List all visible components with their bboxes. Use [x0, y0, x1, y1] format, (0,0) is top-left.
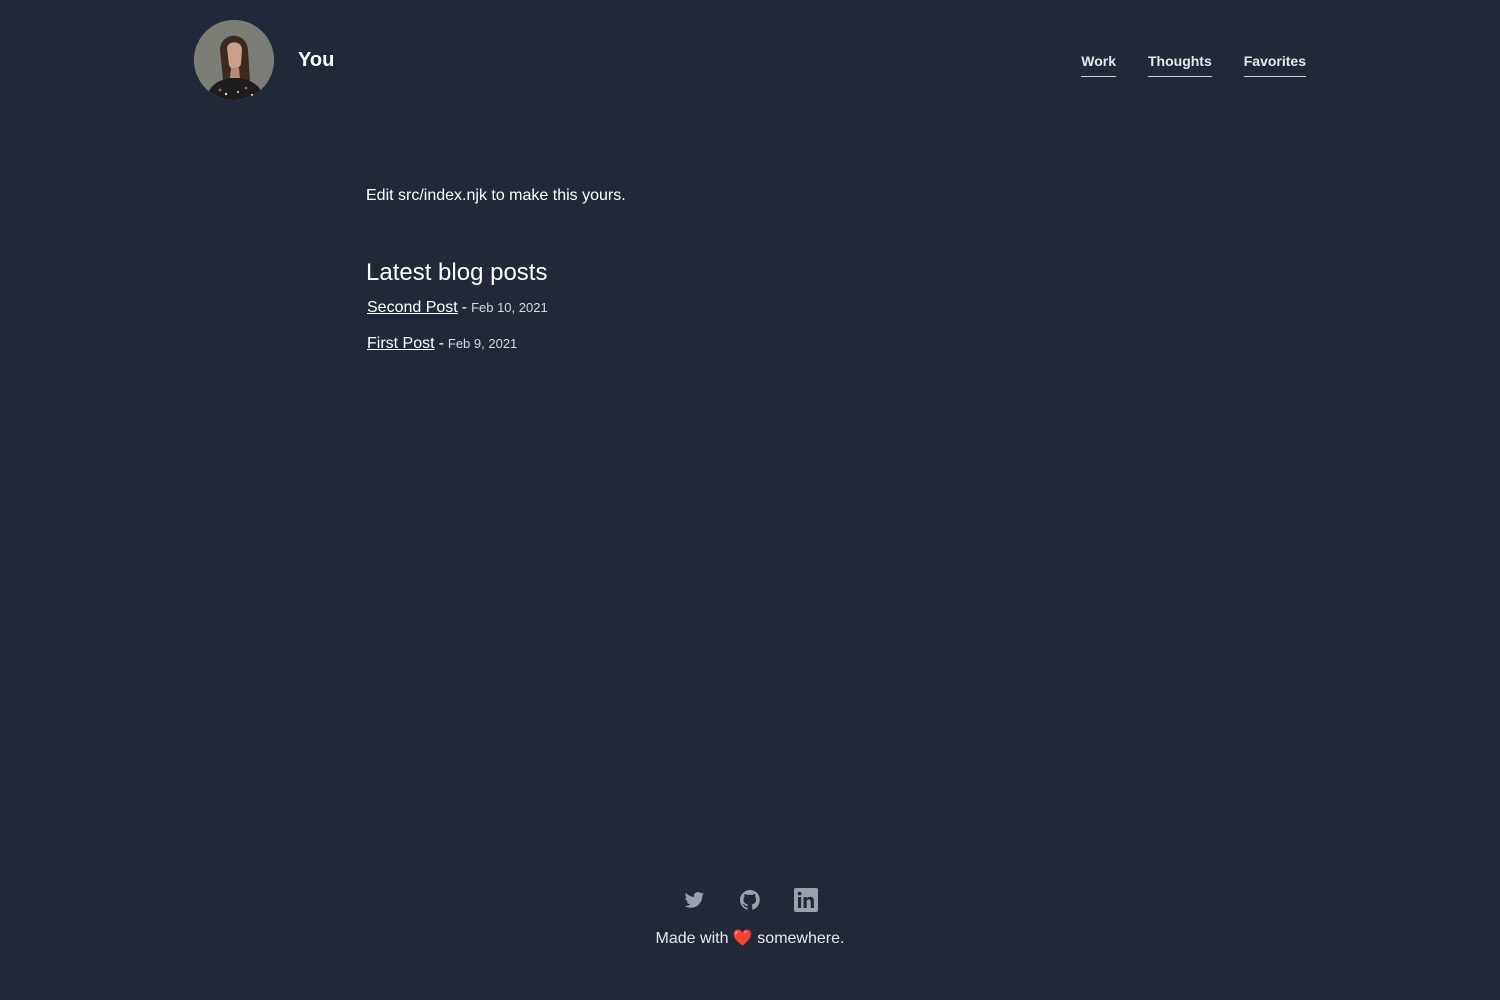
post-separator: - [438, 335, 444, 352]
github-link[interactable] [738, 888, 762, 912]
social-links [0, 884, 1500, 916]
heart-icon: ❤️ [732, 930, 753, 947]
linkedin-link[interactable] [794, 888, 818, 912]
main-content: Edit src/index.njk to make this yours. L… [366, 184, 1166, 370]
github-icon [740, 890, 760, 910]
made-with-suffix: somewhere. [757, 930, 845, 947]
nav-link-thoughts[interactable]: Thoughts [1147, 53, 1212, 77]
intro-text: Edit src/index.njk to make this yours. [366, 187, 626, 204]
twitter-link[interactable] [682, 888, 706, 912]
twitter-icon [684, 892, 704, 908]
main-nav: Work Thoughts Favorites [1081, 53, 1306, 77]
made-with-text: Made with ❤️ somewhere. [0, 928, 1500, 950]
site-footer: Made with ❤️ somewhere. [0, 884, 1500, 950]
list-item: Second Post - Feb 10, 2021 [366, 298, 1166, 318]
post-link-first-post[interactable]: First Post [367, 335, 435, 352]
site-name[interactable]: You [298, 48, 334, 72]
list-item: First Post - Feb 9, 2021 [366, 334, 1166, 354]
site-header: You Work Thoughts Favorites [194, 20, 1306, 100]
made-with-prefix: Made with [655, 930, 729, 947]
post-date: Feb 9, 2021 [447, 336, 518, 351]
post-separator: - [461, 299, 468, 316]
avatar[interactable] [194, 20, 274, 100]
blog-heading: Latest blog posts [366, 259, 548, 286]
linkedin-icon [794, 888, 818, 912]
nav-link-work[interactable]: Work [1081, 53, 1116, 77]
post-list: Second Post - Feb 10, 2021 First Post - Feb … [366, 298, 1166, 354]
nav-link-favorites[interactable]: Favorites [1243, 53, 1306, 77]
post-link-second-post[interactable]: Second Post [367, 299, 458, 316]
avatar-photo [194, 20, 274, 100]
post-date: Feb 10, 2021 [471, 300, 548, 315]
